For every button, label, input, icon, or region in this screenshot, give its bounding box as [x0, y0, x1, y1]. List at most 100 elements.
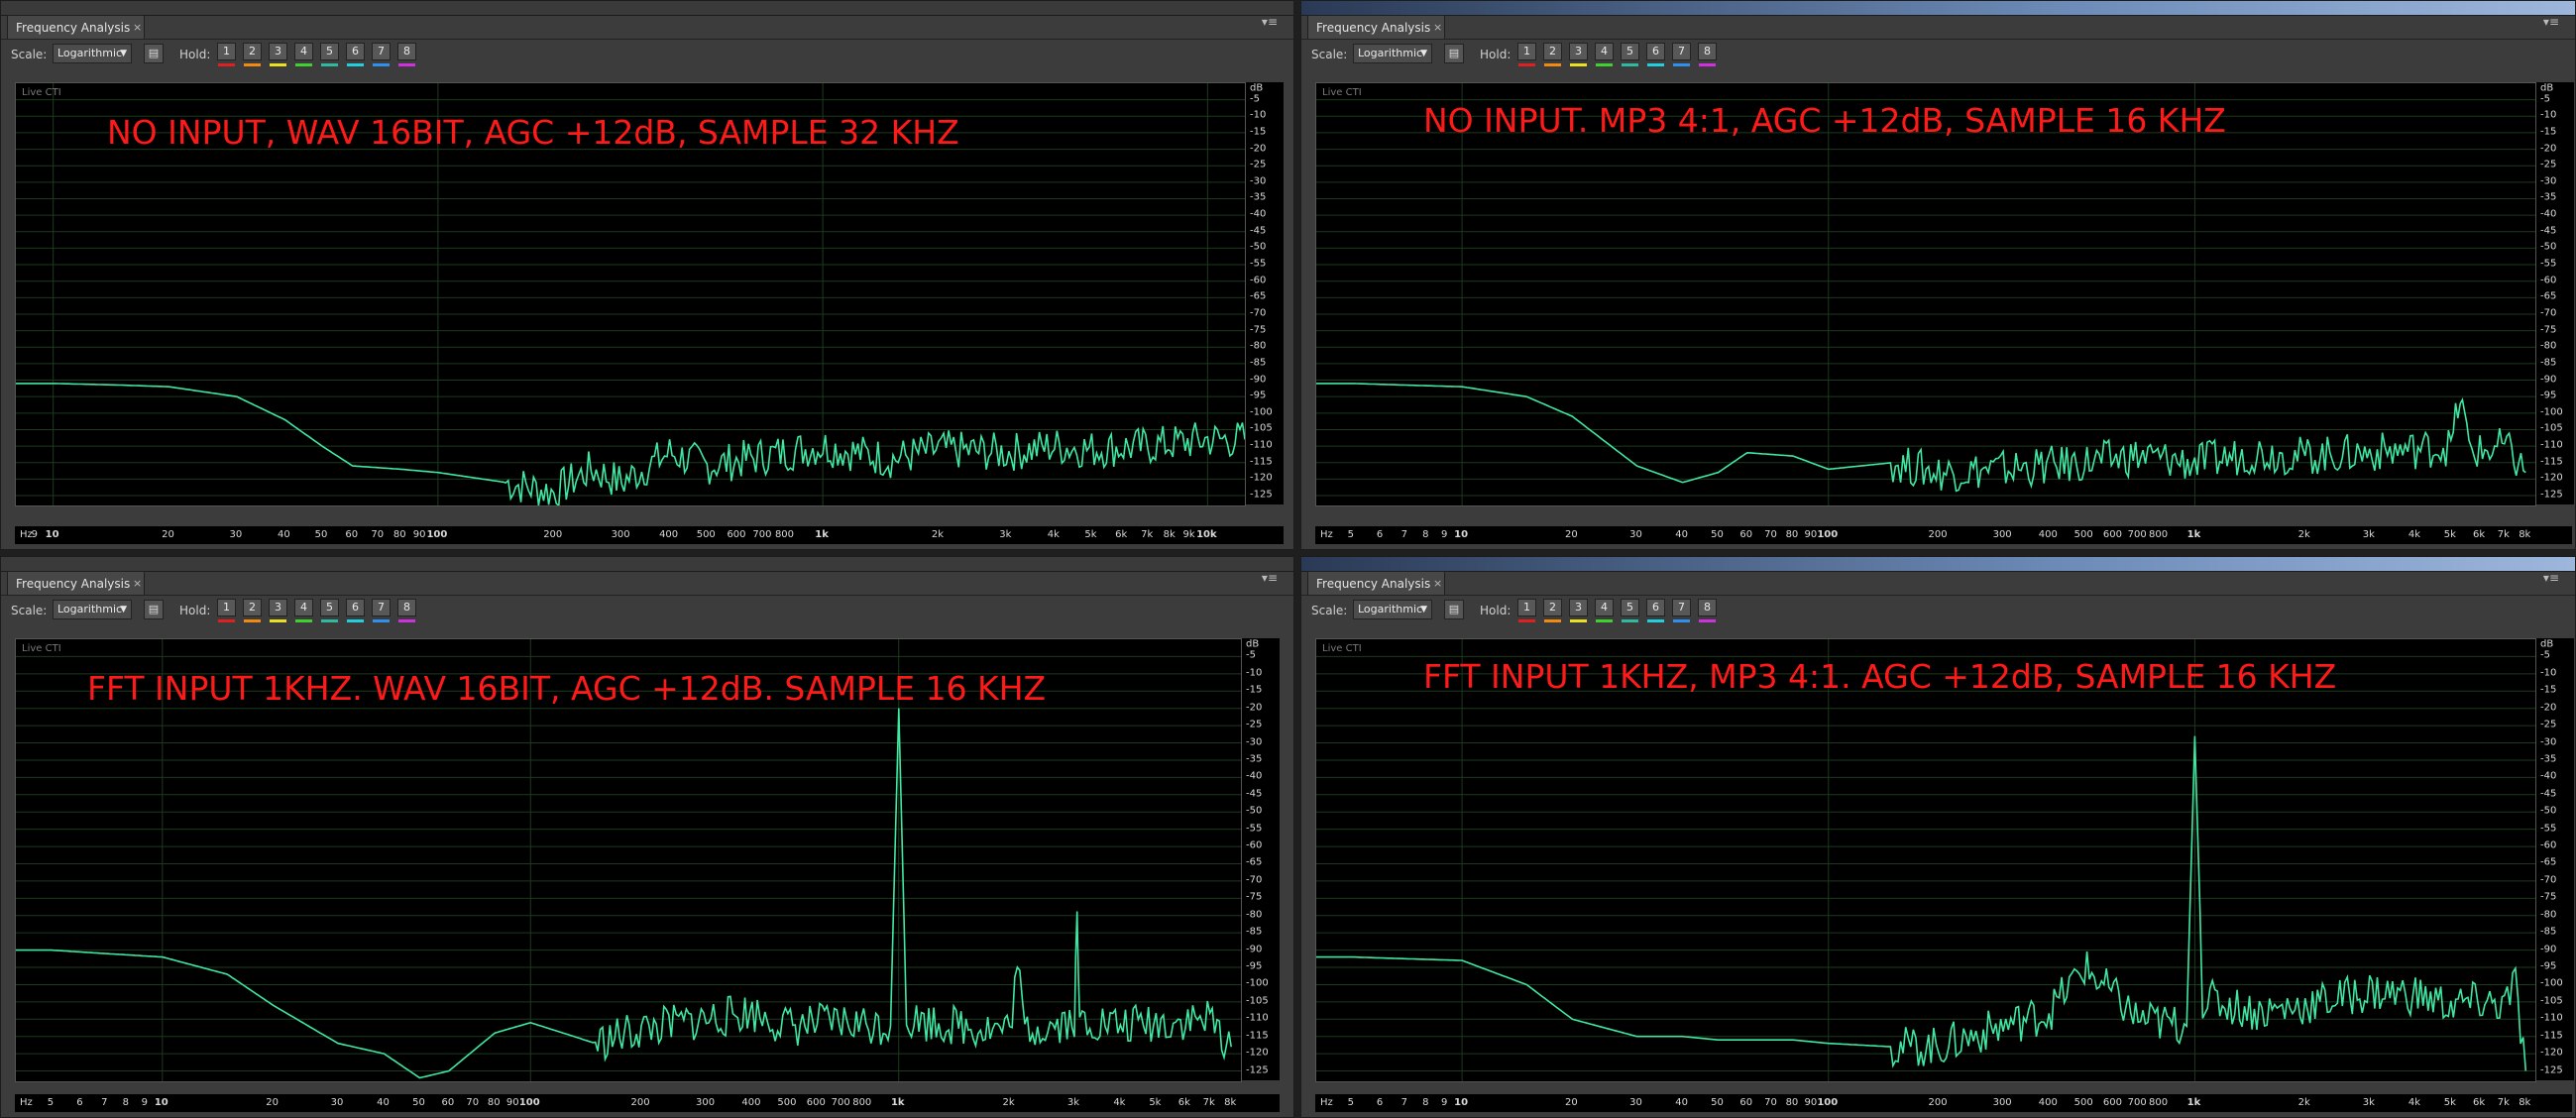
hold-button-7[interactable]: 7	[1672, 599, 1691, 616]
y-tick-label: -35	[1250, 191, 1267, 203]
y-tick-label: -60	[2540, 275, 2557, 286]
scale-select[interactable]: Logarithmic ▼	[53, 44, 132, 63]
spectrum-graph[interactable]: Live CTI FFT INPUT 1KHZ. WAV 16BIT, AGC …	[15, 638, 1242, 1082]
hold-button-3[interactable]: 3	[269, 599, 287, 616]
scale-label: Scale:	[1311, 48, 1348, 61]
hold-button-6[interactable]: 6	[346, 599, 365, 616]
db-axis: dB -5 -10 -15 -20 -25 -30 -35 -40 -45 -50 -55 -60 -65…	[2536, 638, 2574, 1080]
horizontal-splitter[interactable]	[0, 550, 2576, 556]
x-tick-label: 7	[101, 1097, 108, 1108]
hold-button-6[interactable]: 6	[346, 43, 365, 60]
x-tick-label: 3k	[2362, 1097, 2375, 1108]
hold-color-swatch	[218, 63, 235, 66]
scale-select[interactable]: Logarithmic ▼	[53, 600, 132, 619]
hold-color-swatch	[270, 619, 286, 622]
x-tick-label: 3k	[1066, 1097, 1080, 1108]
hold-button-5[interactable]: 5	[320, 599, 339, 616]
hold-button-4[interactable]: 4	[1595, 43, 1614, 60]
toolbar: Scale: Logarithmic ▼ ▤ Hold: 12345678	[1, 39, 1293, 73]
hold-button-8[interactable]: 8	[1698, 599, 1717, 616]
hold-button-5[interactable]: 5	[320, 43, 339, 60]
x-tick-label: 60	[1739, 529, 1753, 540]
hold-button-1[interactable]: 1	[1517, 43, 1536, 60]
hold-button-2[interactable]: 2	[243, 599, 262, 616]
close-icon[interactable]: ×	[1433, 16, 1442, 40]
hold-button-4[interactable]: 4	[1595, 599, 1614, 616]
x-tick-label: 2k	[1002, 1097, 1015, 1108]
hold-button-2[interactable]: 2	[1543, 599, 1562, 616]
close-icon[interactable]: ×	[1433, 572, 1442, 596]
y-tick-label: -90	[2540, 374, 2557, 386]
panel-menu-icon[interactable]: ▾≡	[1262, 15, 1278, 29]
y-tick-label: -75	[2540, 324, 2557, 336]
hold-button-7[interactable]: 7	[372, 43, 391, 60]
hold-button-5[interactable]: 5	[1621, 599, 1639, 616]
x-tick-label: 300	[1992, 529, 2012, 540]
y-tick-label: -25	[1246, 719, 1263, 730]
options-button[interactable]: ▤	[1444, 44, 1464, 63]
hold-button-8[interactable]: 8	[397, 599, 416, 616]
scale-select[interactable]: Logarithmic ▼	[1353, 44, 1432, 63]
options-button[interactable]: ▤	[1444, 600, 1464, 619]
y-tick-label: -80	[1250, 340, 1267, 352]
hold-button-7[interactable]: 7	[372, 599, 391, 616]
hold-color-swatch	[1647, 619, 1664, 622]
hold-button-5[interactable]: 5	[1621, 43, 1639, 60]
hold-button-1[interactable]: 1	[217, 43, 236, 60]
y-tick-label: -105	[1250, 422, 1273, 434]
x-tick-label: 30	[1629, 529, 1642, 540]
x-tick-label: 9	[1441, 1097, 1448, 1108]
panel-menu-icon[interactable]: ▾≡	[2543, 571, 2559, 585]
x-tick-label: 50	[1711, 529, 1724, 540]
vertical-splitter[interactable]	[1294, 0, 1300, 1118]
y-tick-label: -20	[1250, 143, 1267, 155]
x-tick-label: 400	[741, 1097, 761, 1108]
panel-menu-icon[interactable]: ▾≡	[2543, 15, 2559, 29]
close-icon[interactable]: ×	[133, 572, 142, 596]
y-tick-label: -55	[2540, 823, 2557, 835]
x-tick-label: 5	[1347, 529, 1354, 540]
options-button[interactable]: ▤	[144, 44, 164, 63]
hold-button-6[interactable]: 6	[1646, 599, 1665, 616]
hold-button-1[interactable]: 1	[217, 599, 236, 616]
y-tick-label: -65	[1246, 856, 1263, 868]
y-tick-label: -105	[1246, 995, 1269, 1007]
hold-button-4[interactable]: 4	[294, 43, 313, 60]
panel-menu-icon[interactable]: ▾≡	[1262, 571, 1278, 585]
hold-button-2[interactable]: 2	[243, 43, 262, 60]
panel-title-strip	[1, 557, 1293, 572]
hold-button-4[interactable]: 4	[294, 599, 313, 616]
annotation-text: NO INPUT, WAV 16BIT, AGC +12dB, SAMPLE 3…	[107, 113, 959, 152]
scale-select[interactable]: Logarithmic ▼	[1353, 600, 1432, 619]
hold-button-3[interactable]: 3	[1569, 599, 1588, 616]
tab-frequency-analysis[interactable]: Frequency Analysis ×	[1307, 15, 1446, 40]
tab-label: Frequency Analysis	[16, 577, 131, 591]
tab-frequency-analysis[interactable]: Frequency Analysis ×	[7, 15, 146, 40]
annotation-text: FFT INPUT 1KHZ. WAV 16BIT, AGC +12dB. SA…	[87, 669, 1047, 708]
hold-button-3[interactable]: 3	[1569, 43, 1588, 60]
hold-color-swatch	[244, 63, 261, 66]
hold-button-2[interactable]: 2	[1543, 43, 1562, 60]
spectrum-graph[interactable]: Live CTI NO INPUT, WAV 16BIT, AGC +12dB,…	[15, 82, 1246, 506]
spectrum-graph[interactable]: Live CTI NO INPUT. MP3 4:1, AGC +12dB, S…	[1315, 82, 2536, 506]
hold-button-3[interactable]: 3	[269, 43, 287, 60]
options-button[interactable]: ▤	[144, 600, 164, 619]
hold-color-swatch	[1570, 63, 1587, 66]
x-tick-label: 6k	[2473, 1097, 2486, 1108]
hold-button-8[interactable]: 8	[397, 43, 416, 60]
hold-button-8[interactable]: 8	[1698, 43, 1717, 60]
hold-button-7[interactable]: 7	[1672, 43, 1691, 60]
live-cti-label: Live CTI	[22, 87, 61, 98]
x-tick-label: 100	[1817, 1097, 1839, 1108]
hold-button-6[interactable]: 6	[1646, 43, 1665, 60]
x-tick-label: 300	[695, 1097, 716, 1108]
hold-color-swatch	[1622, 63, 1638, 66]
spectrum-plot	[1316, 639, 2535, 1081]
y-tick-label: -85	[2540, 926, 2557, 938]
tab-frequency-analysis[interactable]: Frequency Analysis ×	[7, 571, 146, 596]
hold-button-1[interactable]: 1	[1517, 599, 1536, 616]
spectrum-trace	[16, 708, 1232, 1079]
tab-frequency-analysis[interactable]: Frequency Analysis ×	[1307, 571, 1446, 596]
spectrum-graph[interactable]: Live CTI FFT INPUT 1KHZ, MP3 4:1. AGC +1…	[1315, 638, 2536, 1082]
close-icon[interactable]: ×	[133, 16, 142, 40]
